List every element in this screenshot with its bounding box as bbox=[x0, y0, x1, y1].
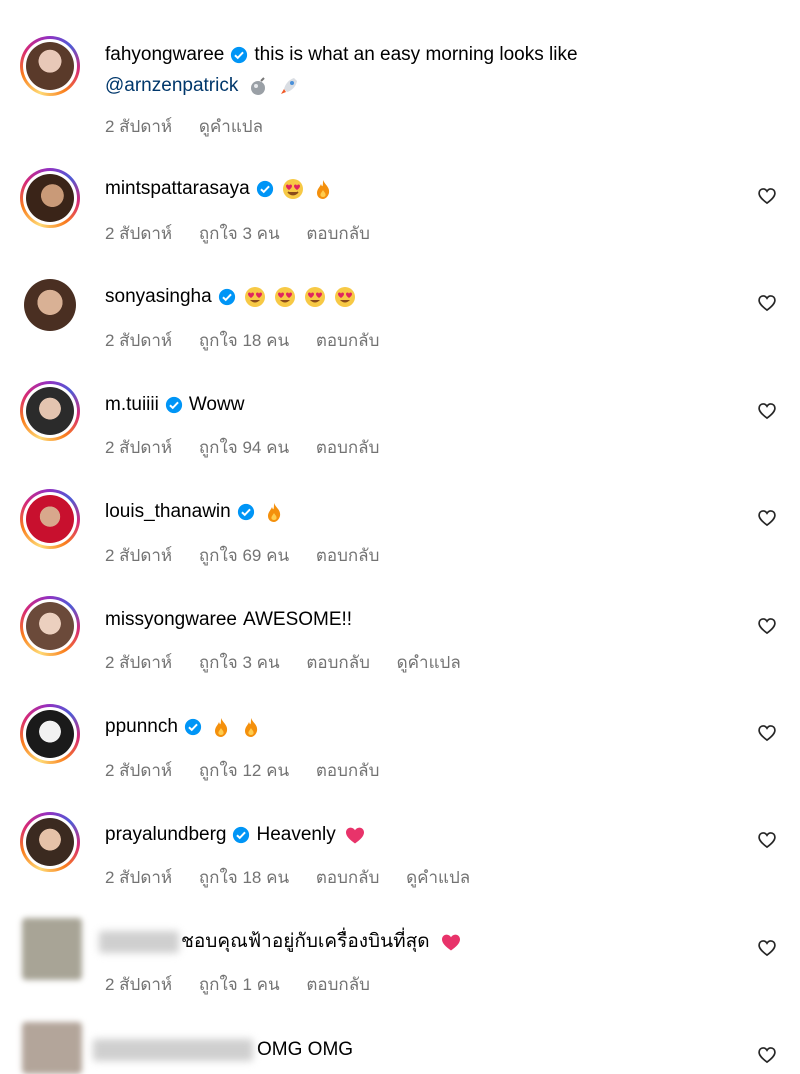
heart-eyes-emoji-icon bbox=[244, 287, 265, 307]
verified-icon bbox=[231, 46, 248, 64]
comment-text: ชอบคุณฟ้าอยู่กับเครื่องบินที่สุด bbox=[181, 931, 430, 952]
comment-username[interactable]: ppunnch bbox=[105, 715, 178, 739]
avatar[interactable] bbox=[20, 381, 80, 441]
comment-time: 2 สัปดาห์ bbox=[105, 868, 173, 887]
heart-eyes-emoji-icon bbox=[282, 179, 303, 199]
avatar[interactable] bbox=[20, 704, 80, 764]
caption-time: 2 สัปดาห์ bbox=[105, 117, 173, 136]
reply-button[interactable]: ตอบกลับ bbox=[316, 868, 380, 887]
comment-username[interactable]: mintspattarasaya bbox=[105, 177, 250, 201]
avatar[interactable] bbox=[22, 918, 82, 980]
reply-button[interactable]: ตอบกลับ bbox=[306, 653, 370, 672]
heart-eyes-emoji-icon bbox=[304, 287, 325, 307]
heart-eyes-emoji-icon bbox=[334, 287, 355, 307]
like-heart-icon[interactable] bbox=[757, 293, 777, 313]
avatar[interactable] bbox=[20, 168, 80, 228]
comment-time: 2 สัปดาห์ bbox=[105, 761, 173, 780]
reply-button[interactable]: ตอบกลับ bbox=[316, 546, 380, 565]
like-heart-icon[interactable] bbox=[757, 830, 777, 850]
comment-username[interactable]: prayalundberg bbox=[105, 823, 226, 847]
verified-icon bbox=[165, 396, 182, 414]
translate-link[interactable]: ดูคำแปล bbox=[199, 117, 263, 136]
translate-link[interactable]: ดูคำแปล bbox=[397, 653, 461, 672]
fire-emoji-icon bbox=[267, 503, 280, 522]
likes-count[interactable]: ถูกใจ 3 คน bbox=[199, 653, 280, 672]
likes-count[interactable]: ถูกใจ 3 คน bbox=[199, 224, 280, 243]
comment-time: 2 สัปดาห์ bbox=[105, 224, 173, 243]
reply-button[interactable]: ตอบกลับ bbox=[316, 761, 380, 780]
fire-emoji-icon bbox=[214, 718, 228, 737]
comment-time: 2 สัปดาห์ bbox=[105, 653, 173, 672]
bomb-emoji-icon bbox=[251, 77, 266, 95]
translate-link[interactable]: ดูคำแปล bbox=[406, 868, 470, 887]
comment-text: OMG OMG bbox=[257, 1039, 354, 1060]
red-heart-emoji-icon bbox=[345, 827, 364, 844]
blurred-username[interactable] bbox=[99, 931, 179, 953]
reply-button[interactable]: ตอบกลับ bbox=[306, 975, 370, 994]
like-heart-icon[interactable] bbox=[757, 723, 777, 743]
comment-username[interactable]: m.tuiiii bbox=[105, 393, 159, 417]
verified-icon bbox=[218, 288, 235, 306]
heart-eyes-emoji-icon bbox=[274, 287, 295, 307]
avatar[interactable] bbox=[22, 1022, 82, 1074]
like-heart-icon[interactable] bbox=[757, 1045, 777, 1065]
verified-icon bbox=[233, 826, 250, 844]
likes-count[interactable]: ถูกใจ 69 คน bbox=[199, 546, 289, 565]
avatar[interactable] bbox=[20, 489, 80, 549]
like-heart-icon[interactable] bbox=[757, 508, 777, 528]
like-heart-icon[interactable] bbox=[757, 616, 777, 636]
blurred-username[interactable] bbox=[93, 1039, 253, 1061]
comment-username[interactable]: louis_thanawin bbox=[105, 500, 231, 524]
fire-emoji-icon bbox=[244, 718, 258, 737]
comment-time: 2 สัปดาห์ bbox=[105, 975, 173, 994]
comment-text: Woww bbox=[188, 394, 245, 415]
likes-count[interactable]: ถูกใจ 18 คน bbox=[199, 868, 289, 887]
comment-time: 2 สัปดาห์ bbox=[105, 546, 173, 565]
avatar[interactable] bbox=[20, 812, 80, 872]
comment-time: 2 สัปดาห์ bbox=[105, 438, 173, 457]
likes-count[interactable]: ถูกใจ 18 คน bbox=[199, 331, 289, 350]
likes-count[interactable]: ถูกใจ 12 คน bbox=[199, 761, 289, 780]
verified-icon bbox=[184, 718, 202, 736]
avatar[interactable] bbox=[20, 36, 80, 96]
like-heart-icon[interactable] bbox=[757, 938, 777, 958]
verified-icon bbox=[256, 180, 273, 198]
fire-emoji-icon bbox=[316, 180, 329, 199]
like-heart-icon[interactable] bbox=[757, 186, 777, 206]
comment-time: 2 สัปดาห์ bbox=[105, 331, 173, 350]
red-heart-emoji-icon bbox=[441, 934, 460, 951]
comment-text: AWESOME!! bbox=[243, 609, 353, 630]
like-heart-icon[interactable] bbox=[757, 401, 777, 421]
comment-text: Heavenly bbox=[256, 824, 336, 845]
caption-text: this is what an easy morning looks like bbox=[254, 44, 578, 65]
comment-username[interactable]: missyongwaree bbox=[105, 608, 237, 632]
reply-button[interactable]: ตอบกลับ bbox=[316, 331, 380, 350]
rocket-emoji-icon bbox=[281, 78, 298, 94]
reply-button[interactable]: ตอบกลับ bbox=[316, 438, 380, 457]
avatar[interactable] bbox=[20, 596, 80, 656]
verified-icon bbox=[237, 503, 254, 521]
comment-username[interactable]: sonyasingha bbox=[105, 285, 212, 309]
caption-username[interactable]: fahyongwaree bbox=[105, 43, 224, 67]
likes-count[interactable]: ถูกใจ 1 คน bbox=[199, 975, 280, 994]
likes-count[interactable]: ถูกใจ 94 คน bbox=[199, 438, 289, 457]
avatar[interactable] bbox=[20, 275, 80, 335]
reply-button[interactable]: ตอบกลับ bbox=[306, 224, 370, 243]
mention-link[interactable]: @arnzenpatrick bbox=[105, 74, 238, 98]
